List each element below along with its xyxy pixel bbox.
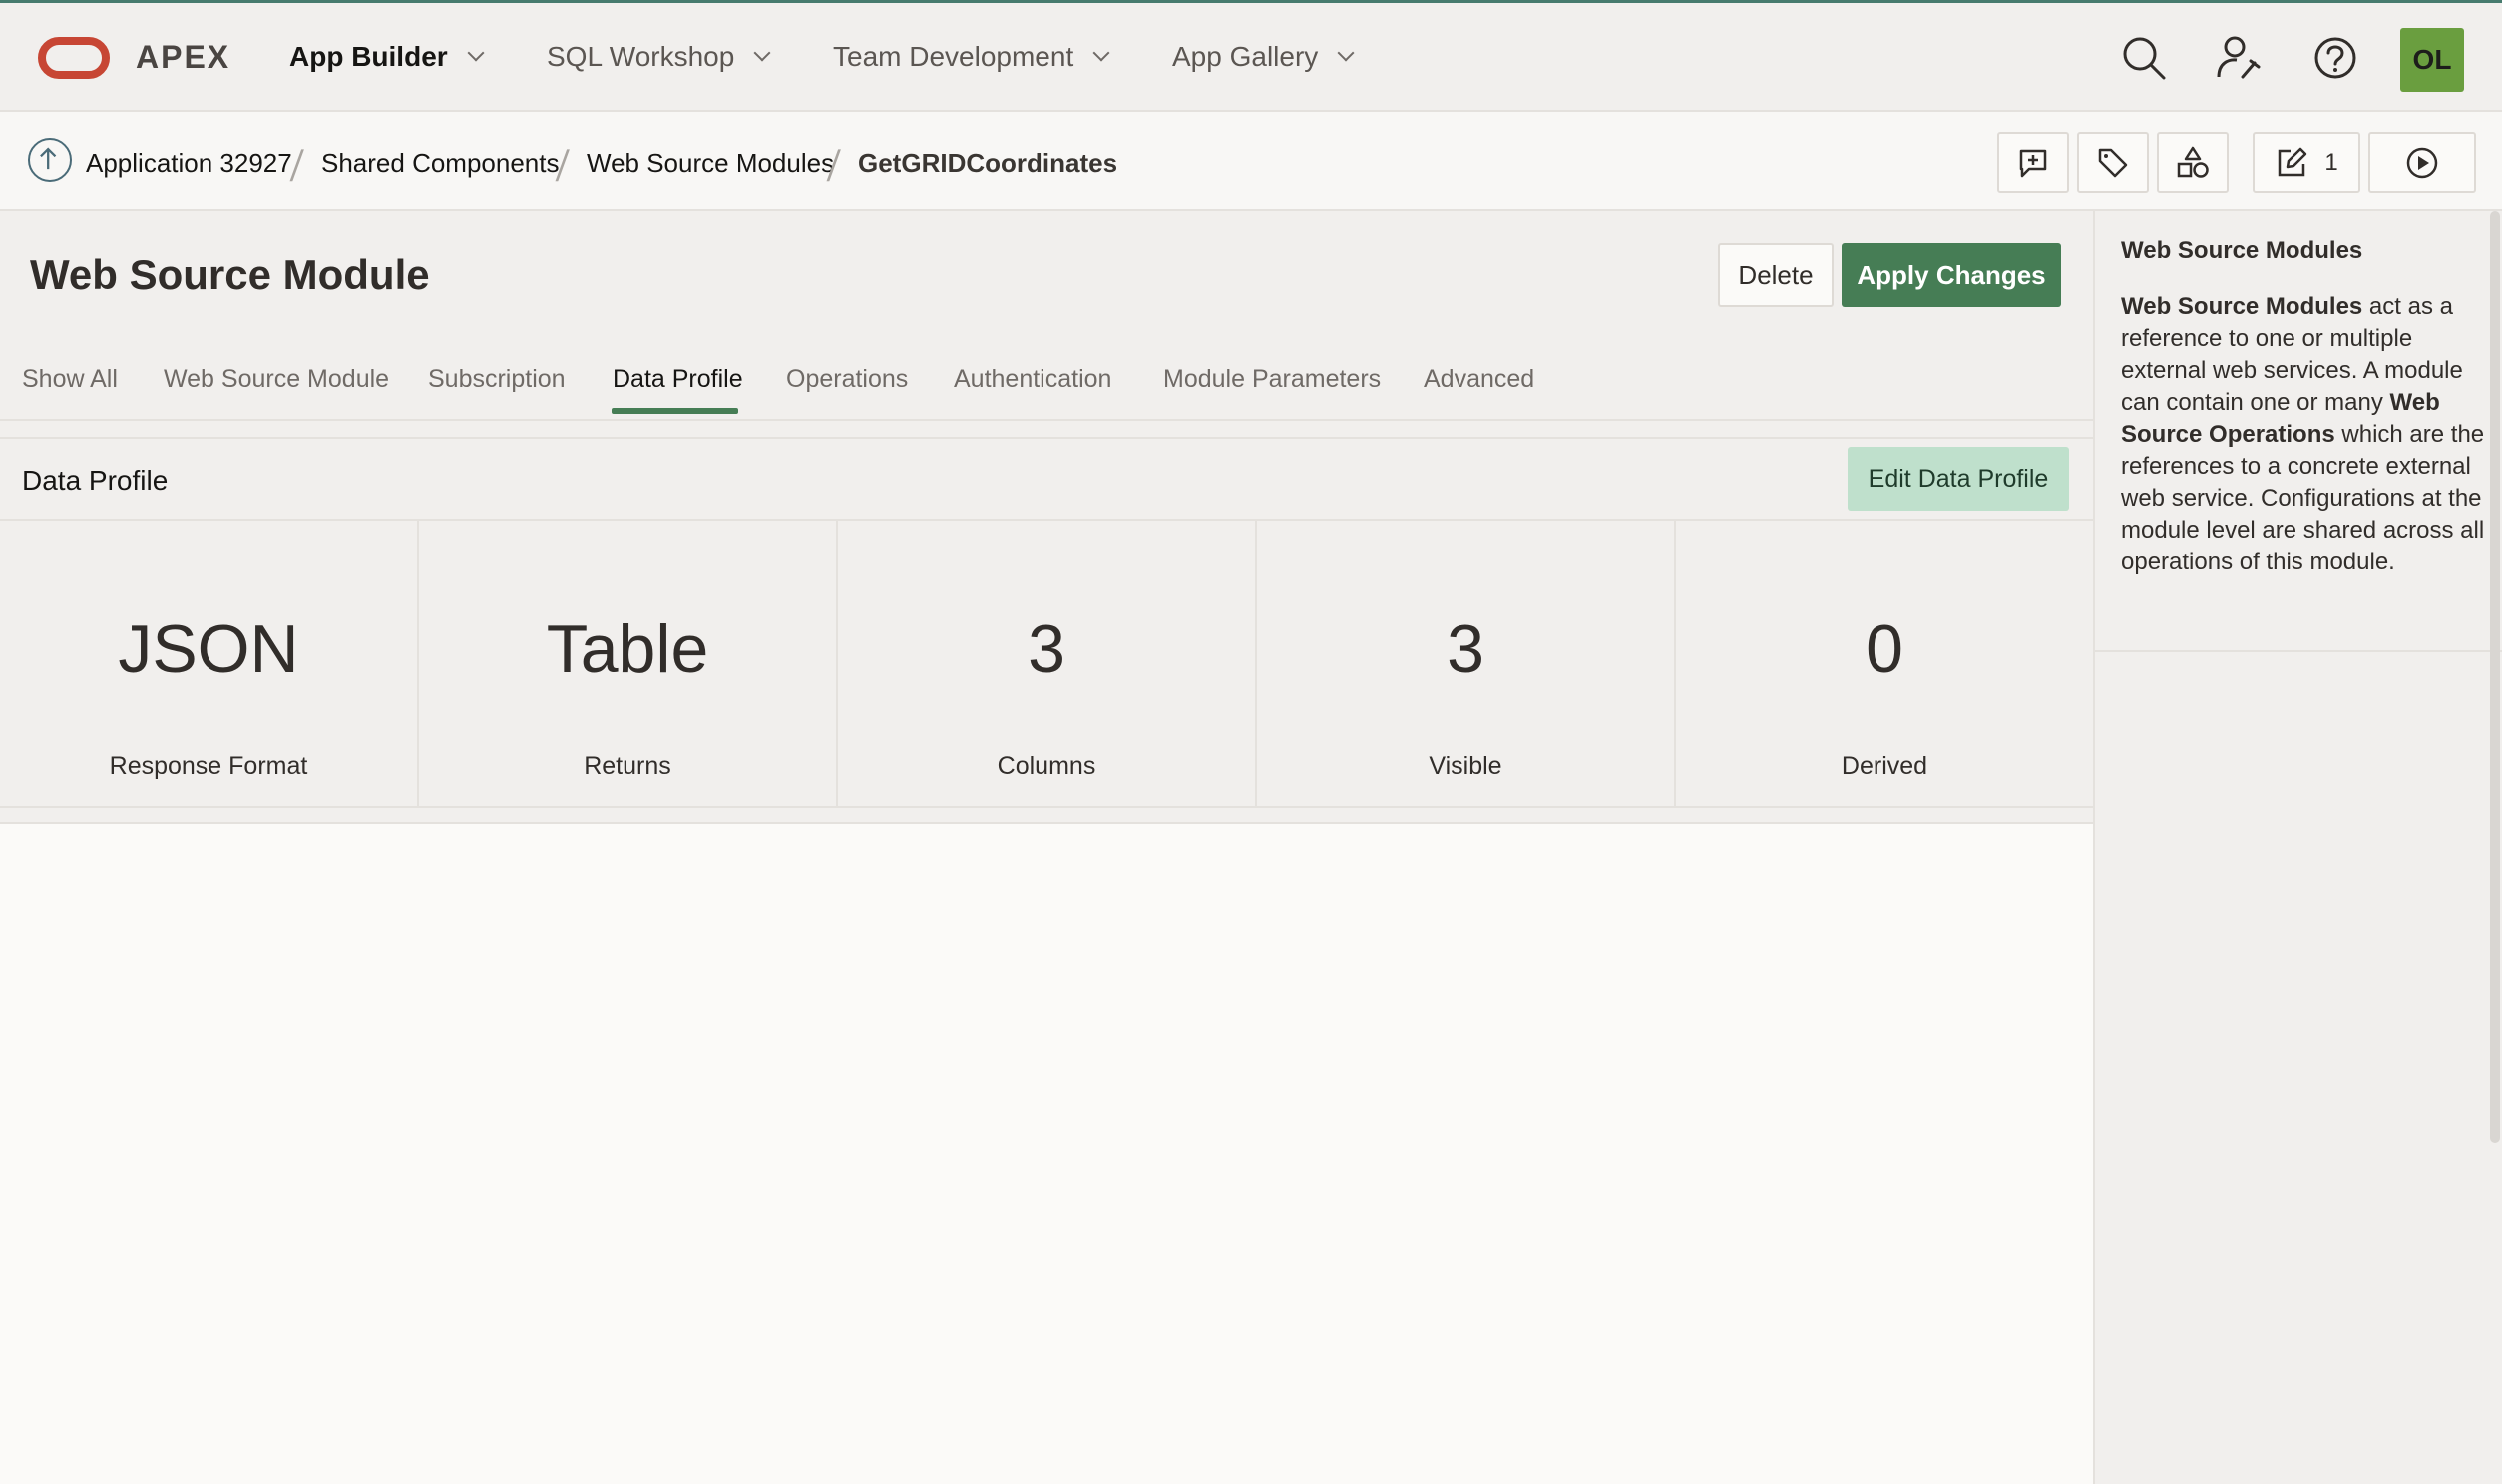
help-panel: Web Source Modules Web Source Modules ac… [2093, 211, 2502, 1484]
shapes-icon [2177, 146, 2209, 178]
edit-count: 1 [2324, 149, 2338, 176]
stat-label: Response Format [109, 752, 308, 780]
stat-returns: Table Returns [419, 521, 838, 806]
help-text: Web Source Modules act as a reference to… [2121, 291, 2490, 578]
feedback-button[interactable] [1997, 132, 2069, 193]
breadcrumb-web-source-modules[interactable]: Web Source Modules [587, 148, 834, 179]
region-title: Data Profile [22, 465, 169, 496]
data-profile-stats: JSON Response Format Table Returns 3 Col… [0, 521, 2093, 808]
comment-add-icon [2019, 149, 2047, 178]
menu-app-builder[interactable]: App Builder [289, 41, 485, 73]
menu-label: App Builder [289, 41, 448, 72]
help-scrollbar[interactable] [2490, 211, 2500, 1143]
stat-value: JSON [118, 611, 299, 687]
stat-columns: 3 Columns [838, 521, 1257, 806]
tab-authentication[interactable]: Authentication [954, 365, 1111, 394]
edit-icon [2279, 147, 2307, 177]
chevron-down-icon [1092, 44, 1110, 62]
tab-subscription[interactable]: Subscription [428, 365, 566, 394]
run-page-button[interactable] [2368, 132, 2476, 193]
oracle-logo-icon[interactable] [38, 37, 110, 79]
breadcrumb-current-module: GetGRIDCoordinates [858, 148, 1118, 178]
help-title: Web Source Modules [2121, 237, 2363, 264]
help-bold-term: Web Source Modules [2121, 293, 2363, 320]
menu-team-development[interactable]: Team Development [833, 41, 1110, 73]
chevron-down-icon [467, 44, 485, 62]
data-profile-region-header: Data Profile Edit Data Profile [0, 437, 2093, 521]
page-title: Web Source Module [30, 251, 430, 298]
menu-label: SQL Workshop [547, 41, 735, 72]
play-icon [2406, 147, 2438, 179]
stat-value: 3 [1028, 611, 1065, 687]
help-divider [2095, 650, 2502, 652]
stat-label: Columns [997, 752, 1096, 780]
stat-value: Table [546, 611, 709, 687]
main-content: Web Source Module Delete Apply Changes S… [0, 211, 2093, 1484]
tab-module-parameters[interactable]: Module Parameters [1163, 365, 1381, 394]
shared-components-button[interactable] [2157, 132, 2229, 193]
stat-label: Visible [1429, 752, 1502, 780]
edit-page-button[interactable]: 1 [2253, 132, 2360, 193]
tab-show-all[interactable]: Show All [22, 365, 118, 394]
chevron-down-icon [1337, 44, 1355, 62]
stat-response-format: JSON Response Format [0, 521, 419, 806]
stat-visible: 3 Visible [1257, 521, 1676, 806]
stat-value: 3 [1447, 611, 1484, 687]
menu-app-gallery[interactable]: App Gallery [1172, 41, 1355, 73]
breadcrumb-bar: Application 32927 | Shared Components | … [0, 112, 2502, 211]
stat-label: Derived [1841, 752, 1928, 780]
user-avatar[interactable]: OL [2400, 28, 2464, 92]
breadcrumb-application[interactable]: Application 32927 [86, 148, 292, 179]
edit-data-profile-button[interactable]: Edit Data Profile [1848, 447, 2069, 511]
tab-operations[interactable]: Operations [786, 365, 908, 394]
stat-label: Returns [584, 752, 671, 780]
menu-sql-workshop[interactable]: SQL Workshop [547, 41, 771, 73]
top-navigation-bar: APEX App Builder SQL Workshop Team Devel… [0, 0, 2502, 112]
tab-web-source-module[interactable]: Web Source Module [164, 365, 389, 394]
tab-data-profile[interactable]: Data Profile [613, 365, 743, 394]
apply-changes-button[interactable]: Apply Changes [1842, 243, 2061, 307]
apex-brand[interactable]: APEX [136, 39, 230, 76]
chevron-down-icon [753, 44, 771, 62]
menu-label: App Gallery [1172, 41, 1319, 72]
tag-icon [2098, 148, 2128, 178]
admin-user-icon[interactable] [2215, 33, 2265, 83]
navigate-up-icon[interactable] [28, 138, 72, 182]
active-tab-indicator [612, 408, 738, 414]
tab-advanced[interactable]: Advanced [1424, 365, 1534, 394]
search-icon[interactable] [2119, 33, 2169, 83]
stat-value: 0 [1866, 611, 1903, 687]
help-icon[interactable] [2310, 33, 2360, 83]
breadcrumb-shared-components[interactable]: Shared Components [321, 148, 559, 179]
tab-bar: Show All Web Source Module Subscription … [0, 351, 2093, 421]
stat-derived: 0 Derived [1676, 521, 2093, 806]
tag-button[interactable] [2077, 132, 2149, 193]
menu-label: Team Development [833, 41, 1074, 72]
delete-button[interactable]: Delete [1718, 243, 1834, 307]
content-body [0, 822, 2093, 1484]
